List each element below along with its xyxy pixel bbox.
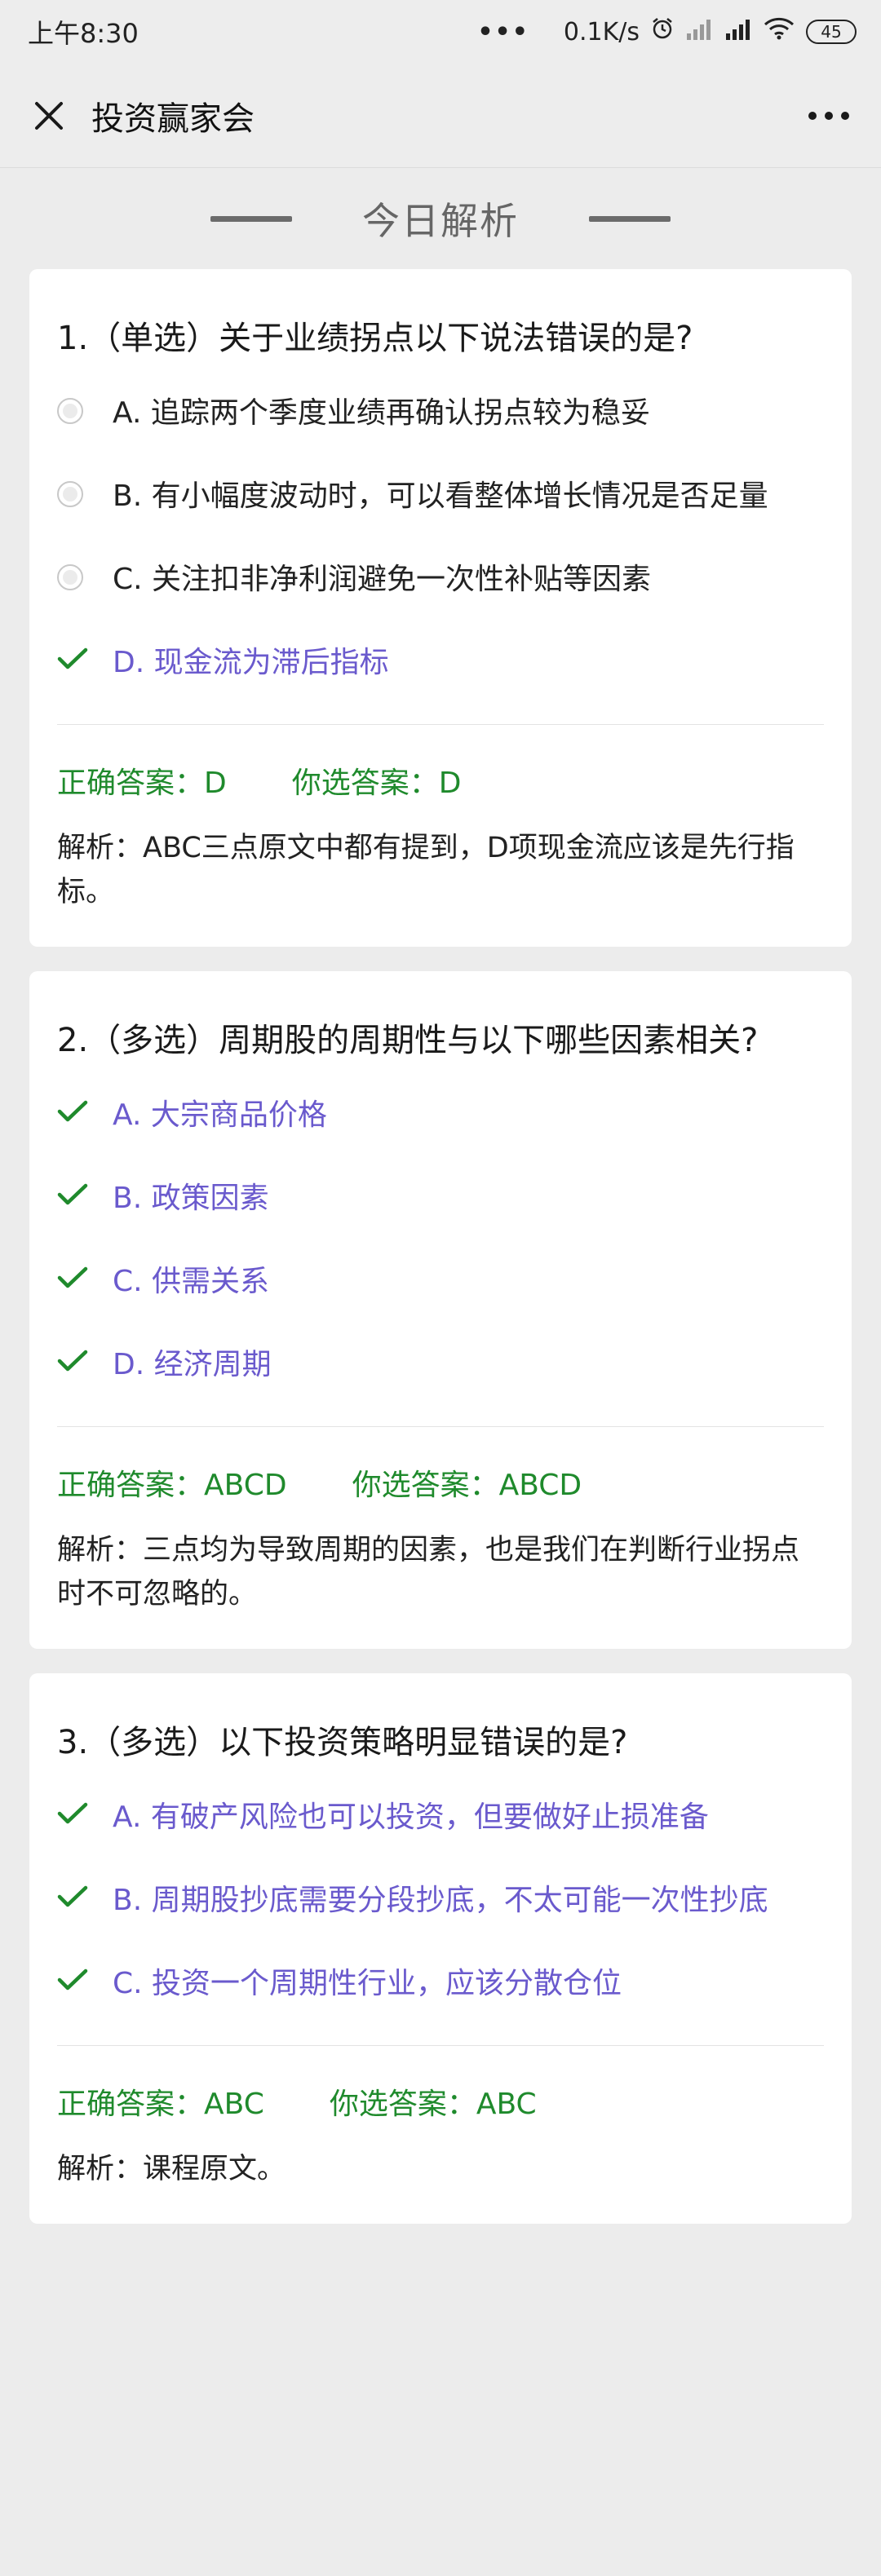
answer-option[interactable]: C. 投资一个周期性行业，应该分散仓位 xyxy=(57,1962,824,2006)
option-label: B. 周期股抄底需要分段抄底，不太可能一次性抄底 xyxy=(113,1884,768,1917)
correct-answer: 正确答案：ABCD xyxy=(57,1469,287,1502)
your-answer: 你选答案：D xyxy=(291,767,462,800)
answer-summary: 正确答案：ABCD 你选答案：ABCD xyxy=(57,1461,824,1504)
check-icon xyxy=(57,1796,113,1830)
answer-option[interactable]: B. 周期股抄底需要分段抄底，不太可能一次性抄底 xyxy=(57,1879,824,1923)
status-time: 上午8:30 xyxy=(28,18,139,49)
divider xyxy=(57,1426,824,1427)
section-line-left xyxy=(210,215,292,222)
option-label: A. 大宗商品价格 xyxy=(113,1098,327,1132)
answer-option[interactable]: A. 有破产风险也可以投资，但要做好止损准备 xyxy=(57,1796,824,1840)
option-label: C. 供需关系 xyxy=(113,1265,270,1298)
check-icon xyxy=(57,641,113,675)
wifi-icon xyxy=(764,17,795,46)
option-label: D. 经济周期 xyxy=(113,1348,272,1381)
divider xyxy=(57,2045,824,2046)
question-title: 2.（多选）周期股的周期性与以下哪些因素相关? xyxy=(57,1022,759,1059)
question-title: 3.（多选）以下投资策略明显错误的是? xyxy=(57,1724,628,1761)
explanation: 解析：课程原文。 xyxy=(57,2153,286,2185)
section-header: 今日解析 xyxy=(0,168,881,269)
option-label: A. 有破产风险也可以投资，但要做好止损准备 xyxy=(113,1801,709,1834)
more-icon[interactable] xyxy=(804,99,853,132)
battery-icon: 45 xyxy=(806,20,857,44)
answer-option[interactable]: D. 经济周期 xyxy=(57,1343,824,1387)
section-title: 今日解析 xyxy=(362,199,519,243)
answer-option[interactable]: D. 现金流为滞后指标 xyxy=(57,641,824,685)
alarm-icon xyxy=(651,17,674,46)
question-title: 1.（单选）关于业绩拐点以下说法错误的是? xyxy=(57,320,693,357)
option-label: C. 关注扣非净利润避免一次性补贴等因素 xyxy=(113,563,652,596)
question-card: 2.（多选）周期股的周期性与以下哪些因素相关? A. 大宗商品价格 B. 政策因素 C… xyxy=(29,971,852,1649)
notification-dots: ••• xyxy=(477,17,529,46)
check-icon xyxy=(57,1343,113,1377)
radio-icon[interactable] xyxy=(57,475,113,507)
check-icon xyxy=(57,1260,113,1294)
answer-summary: 正确答案：D 你选答案：D xyxy=(57,759,824,802)
page-title: 投资赢家会 xyxy=(91,99,255,138)
answer-option[interactable]: C. 关注扣非净利润避免一次性补贴等因素 xyxy=(57,558,824,602)
answer-option[interactable]: A. 追踪两个季度业绩再确认拐点较为稳妥 xyxy=(57,391,824,435)
answer-option[interactable]: B. 政策因素 xyxy=(57,1177,824,1221)
signal-icon-1 xyxy=(685,18,713,46)
question-card: 3.（多选）以下投资策略明显错误的是? A. 有破产风险也可以投资，但要做好止损准… xyxy=(29,1673,852,2224)
answer-summary: 正确答案：ABC 你选答案：ABC xyxy=(57,2080,824,2123)
explanation: 解析：三点均为导致周期的因素，也是我们在判断行业拐点时不可忽略的。 xyxy=(57,1534,800,1611)
answer-option[interactable]: C. 供需关系 xyxy=(57,1260,824,1304)
option-label: B. 政策因素 xyxy=(113,1182,269,1215)
check-icon xyxy=(57,1094,113,1128)
check-icon xyxy=(57,1177,113,1211)
check-icon xyxy=(57,1879,113,1913)
option-label: B. 有小幅度波动时，可以看整体增长情况是否足量 xyxy=(113,479,768,513)
divider xyxy=(57,724,824,725)
your-answer: 你选答案：ABCD xyxy=(352,1469,582,1502)
your-answer: 你选答案：ABC xyxy=(329,2088,537,2121)
nav-bar: 投资赢家会 xyxy=(0,64,881,168)
option-label: D. 现金流为滞后指标 xyxy=(113,646,389,679)
network-speed: 0.1K/s xyxy=(563,17,640,46)
explanation: 解析：ABC三点原文中都有提到，D项现金流应该是先行指标。 xyxy=(57,832,795,908)
question-list: 1.（单选）关于业绩拐点以下说法错误的是? A. 追踪两个季度业绩再确认拐点较为稳… xyxy=(0,269,881,2224)
radio-icon[interactable] xyxy=(57,391,113,424)
check-icon xyxy=(57,1962,113,1996)
signal-icon-2 xyxy=(724,18,752,46)
question-card: 1.（单选）关于业绩拐点以下说法错误的是? A. 追踪两个季度业绩再确认拐点较为稳… xyxy=(29,269,852,947)
close-icon[interactable] xyxy=(28,95,70,137)
option-label: C. 投资一个周期性行业，应该分散仓位 xyxy=(113,1967,622,2000)
radio-icon[interactable] xyxy=(57,558,113,590)
correct-answer: 正确答案：ABC xyxy=(57,2088,264,2121)
correct-answer: 正确答案：D xyxy=(57,767,227,800)
answer-option[interactable]: A. 大宗商品价格 xyxy=(57,1094,824,1138)
section-line-right xyxy=(589,215,671,222)
option-label: A. 追踪两个季度业绩再确认拐点较为稳妥 xyxy=(113,396,650,430)
status-indicators: ••• 0.1K/s 45 xyxy=(477,17,857,46)
status-bar: 上午8:30 ••• 0.1K/s 45 xyxy=(0,0,881,64)
answer-option[interactable]: B. 有小幅度波动时，可以看整体增长情况是否足量 xyxy=(57,475,824,519)
